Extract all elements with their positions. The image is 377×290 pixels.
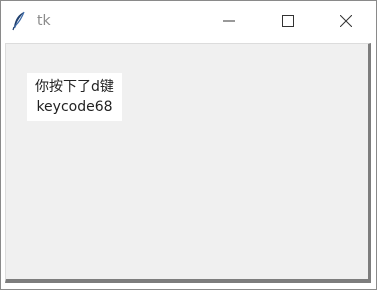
- minimize-button[interactable]: [206, 1, 252, 41]
- close-icon: [339, 12, 353, 31]
- key-pressed-text: 你按下了d键: [35, 79, 114, 95]
- title-bar[interactable]: tk: [1, 1, 376, 41]
- tk-window: tk 你按下了d键 keycode68: [0, 0, 377, 290]
- maximize-icon: [282, 12, 294, 31]
- maximize-button[interactable]: [265, 1, 311, 41]
- key-info-label: 你按下了d键 keycode68: [27, 73, 122, 121]
- minimize-icon: [223, 12, 235, 31]
- client-area: 你按下了d键 keycode68: [5, 43, 371, 283]
- keycode-text: keycode68: [36, 99, 113, 115]
- window-title: tk: [37, 13, 51, 29]
- close-button[interactable]: [323, 1, 369, 41]
- feather-icon: [11, 11, 27, 31]
